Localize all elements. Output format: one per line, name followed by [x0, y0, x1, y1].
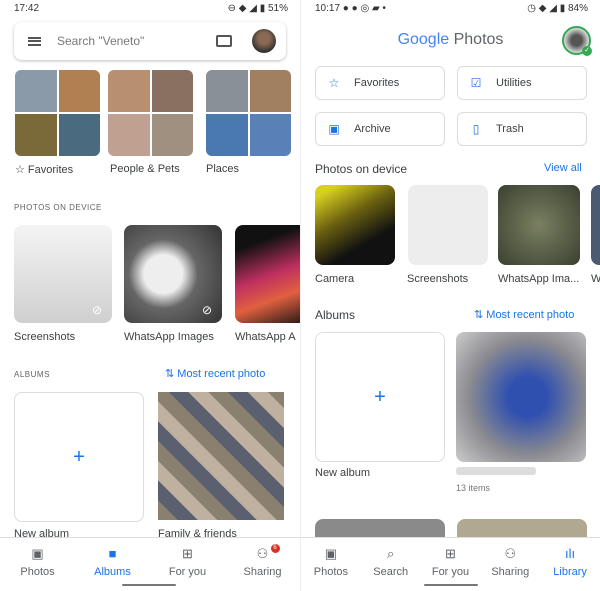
- view-all-link[interactable]: View all: [544, 162, 582, 174]
- google-photos-logo: Google Photos: [397, 31, 504, 48]
- notification-icons: ● ● ◎ ▰ •: [340, 3, 386, 14]
- notification-badge: 6: [270, 544, 280, 553]
- star-icon: ☆: [328, 76, 340, 90]
- gesture-handle: [122, 584, 176, 586]
- screenshots-folder[interactable]: [408, 185, 488, 265]
- people-pets-label[interactable]: People & Pets: [110, 163, 180, 175]
- nav-library[interactable]: ılı Library: [540, 538, 600, 591]
- album-thumb[interactable]: [456, 332, 586, 462]
- status-bar: 17:42 ⊖ ◆ ◢ ▮ 51%: [14, 3, 288, 14]
- nav-photos[interactable]: ▣ Photos: [301, 538, 361, 591]
- folder-thumb[interactable]: [591, 185, 600, 265]
- utilities-button[interactable]: ☑ Utilities: [457, 66, 587, 100]
- status-time: 17:42: [14, 3, 40, 14]
- sharing-icon: ⚇: [256, 546, 269, 561]
- cast-icon[interactable]: [216, 35, 232, 47]
- archive-icon: ▣: [328, 122, 340, 136]
- trash-icon: ▯: [472, 122, 480, 136]
- backup-check-icon: ✓: [582, 46, 592, 56]
- family-friends-album[interactable]: [158, 392, 284, 520]
- bottom-nav: ▣ Photos ■ Albums ⊞ For you ⚇ 6 Sharing: [0, 537, 300, 591]
- nav-sharing[interactable]: ⚇ 6 Sharing: [233, 538, 293, 591]
- album-label: [456, 467, 536, 475]
- albums-icon: ■: [108, 546, 117, 561]
- camera-folder[interactable]: [315, 185, 395, 265]
- albums-screen: 17:42 ⊖ ◆ ◢ ▮ 51% Search "Veneto" ☆ Favo…: [0, 0, 300, 591]
- album-label: New album: [315, 467, 371, 479]
- folder-label: Screenshots: [407, 273, 469, 285]
- sharing-icon: ⚇: [504, 546, 517, 561]
- search-icon: ⌕: [387, 546, 395, 561]
- library-screen: 10:17 ● ● ◎ ▰ • ◷ ◆ ◢ ▮ 84% Google Photo…: [300, 0, 600, 591]
- folder-label: WhatsApp Ima...: [498, 273, 580, 285]
- status-time: 10:17: [315, 3, 341, 14]
- album-count: 13 items: [456, 483, 491, 493]
- screenshots-folder[interactable]: ⊘: [14, 225, 112, 323]
- backup-off-icon: ⊘: [91, 303, 102, 317]
- section-title: Albums: [315, 308, 356, 322]
- gesture-handle: [424, 584, 478, 586]
- sort-button[interactable]: ⇅ Most recent photo: [165, 367, 265, 380]
- favorites-button[interactable]: ☆ Favorites: [315, 66, 445, 100]
- utilities-icon: ☑: [470, 76, 482, 90]
- favorites-album-thumb[interactable]: [15, 70, 100, 156]
- archive-button[interactable]: ▣ Archive: [315, 112, 445, 146]
- folder-label: WhatsApp A: [235, 331, 296, 343]
- nav-photos[interactable]: ▣ Photos: [8, 538, 68, 591]
- sort-icon: ⇅: [165, 368, 178, 380]
- battery-level: 51%: [267, 3, 288, 14]
- people-pets-thumb[interactable]: [108, 70, 193, 156]
- avatar[interactable]: ✓: [562, 26, 592, 56]
- folder-label: Camera: [315, 273, 355, 285]
- section-title: ALBUMS: [14, 370, 50, 379]
- search-bar[interactable]: Search "Veneto": [14, 22, 286, 60]
- whatsapp-images-folder[interactable]: ⊘: [124, 225, 222, 323]
- for-you-icon: ⊞: [445, 546, 456, 561]
- photo-icon: ▣: [324, 546, 338, 561]
- for-you-icon: ⊞: [182, 546, 193, 561]
- plus-icon: +: [73, 445, 85, 468]
- photo-icon: ▣: [31, 546, 44, 561]
- section-title: Photos on device: [315, 162, 408, 176]
- status-icons: ◷ ◆ ◢ ▮: [527, 3, 568, 14]
- whatsapp-images-folder[interactable]: [498, 185, 580, 265]
- status-bar: 10:17 ● ● ◎ ▰ • ◷ ◆ ◢ ▮ 84%: [315, 3, 588, 14]
- status-icons: ⊖ ◆ ◢ ▮: [227, 3, 268, 14]
- new-album-button[interactable]: +: [14, 392, 144, 522]
- places-label[interactable]: Places: [206, 163, 239, 175]
- avatar[interactable]: [252, 29, 276, 53]
- folder-label: Screenshots: [14, 331, 76, 343]
- library-icon: ılı: [565, 546, 576, 561]
- favorites-label[interactable]: ☆ Favorites: [15, 163, 73, 176]
- backup-off-icon: ⊘: [201, 303, 212, 317]
- battery-level: 84%: [567, 3, 588, 14]
- nav-sharing[interactable]: ⚇ Sharing: [480, 538, 540, 591]
- plus-icon: +: [374, 385, 386, 408]
- sort-button[interactable]: ⇅ Most recent photo: [474, 308, 574, 321]
- folder-label: W: [591, 273, 600, 285]
- nav-search[interactable]: ⌕ Search: [361, 538, 421, 591]
- search-input[interactable]: Search "Veneto": [57, 34, 216, 48]
- folder-label: WhatsApp Images: [124, 331, 214, 343]
- places-thumb[interactable]: [206, 70, 291, 156]
- new-album-button[interactable]: +: [315, 332, 445, 462]
- section-title: PHOTOS ON DEVICE: [14, 203, 102, 212]
- sort-icon: ⇅: [474, 309, 487, 321]
- bottom-nav: ▣ Photos ⌕ Search ⊞ For you ⚇ Sharing ılı Lib…: [301, 537, 600, 591]
- whatsapp-animated-folder[interactable]: [235, 225, 300, 323]
- trash-button[interactable]: ▯ Trash: [457, 112, 587, 146]
- menu-icon[interactable]: [28, 36, 41, 46]
- star-icon: ☆: [15, 164, 28, 176]
